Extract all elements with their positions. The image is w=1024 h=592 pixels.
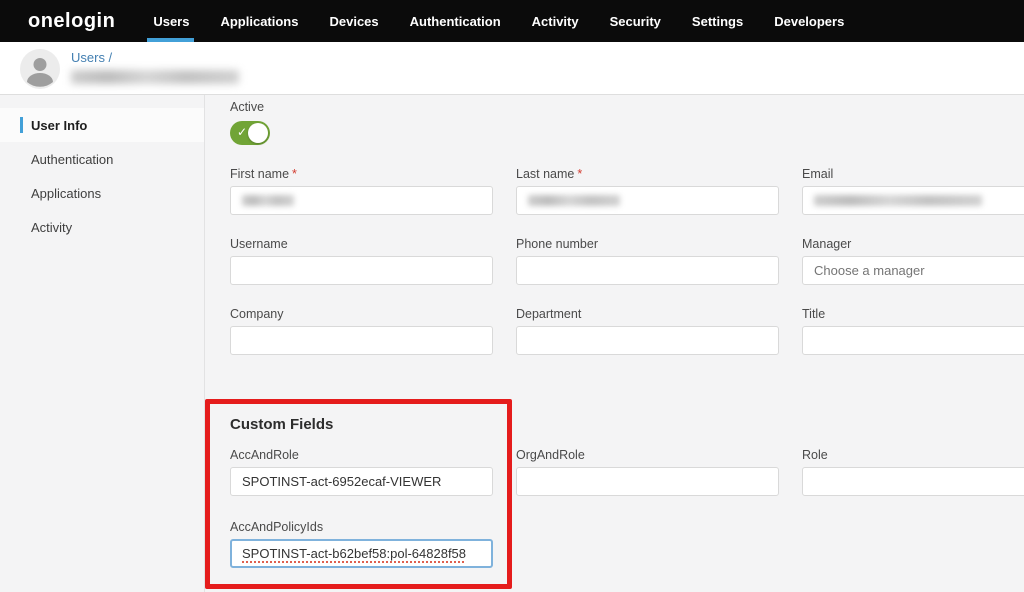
nav-item-label: Applications [220, 14, 298, 29]
redacted-text-block [814, 195, 982, 206]
acc-and-policy-ids-input[interactable]: SPOTINST-act-b62bef58:pol-64828f58 [230, 539, 493, 568]
required-marker: * [577, 167, 582, 181]
sidebar-item-label: User Info [31, 118, 87, 133]
department-label: Department [516, 307, 779, 321]
acc-and-role-input[interactable] [230, 467, 493, 496]
org-and-role-label: OrgAndRole [516, 448, 779, 462]
sidebar-item-applications[interactable]: Applications [0, 176, 204, 210]
field-manager: Manager [802, 237, 1024, 285]
toggle-knob [248, 123, 268, 143]
field-first-name: First name* [230, 167, 493, 215]
content-shell: User Info Authentication Applications Ac… [0, 95, 1024, 592]
required-marker: * [292, 167, 297, 181]
field-acc-and-role: AccAndRole [230, 448, 493, 496]
onelogin-logo: onelogin [28, 10, 115, 33]
field-company: Company [230, 307, 493, 355]
role-label: Role [802, 448, 1024, 462]
breadcrumb[interactable]: Users / [71, 50, 112, 65]
nav-item-label: Security [610, 14, 661, 29]
nav-item-applications[interactable]: Applications [220, 0, 298, 42]
check-icon: ✓ [237, 125, 247, 139]
email-label: Email [802, 167, 1024, 181]
nav-item-label: Activity [532, 14, 579, 29]
nav-item-label: Settings [692, 14, 743, 29]
last-name-input[interactable] [516, 186, 779, 215]
nav-item-activity[interactable]: Activity [532, 0, 579, 42]
field-acc-and-policy-ids: AccAndPolicyIds SPOTINST-act-b62bef58:po… [230, 520, 493, 568]
sidebar-item-label: Activity [31, 220, 72, 235]
user-info-form: Active ✓ First name* Last name* Email U [205, 95, 1024, 592]
nav-item-devices[interactable]: Devices [329, 0, 378, 42]
redacted-text-block [528, 195, 620, 206]
username-input[interactable] [230, 256, 493, 285]
sidebar-item-label: Authentication [31, 152, 113, 167]
first-name-label: First name* [230, 167, 493, 181]
nav-item-authentication[interactable]: Authentication [410, 0, 501, 42]
company-input[interactable] [230, 326, 493, 355]
nav-item-label: Developers [774, 14, 844, 29]
nav-item-label: Authentication [410, 14, 501, 29]
role-input[interactable] [802, 467, 1024, 496]
nav-item-users[interactable]: Users [153, 0, 189, 42]
active-item-indicator [20, 117, 23, 133]
username-label: Username [230, 237, 493, 251]
email-input[interactable] [802, 186, 1024, 215]
field-org-and-role: OrgAndRole [516, 448, 779, 496]
last-name-label: Last name* [516, 167, 779, 181]
title-label: Title [802, 307, 1024, 321]
nav-item-settings[interactable]: Settings [692, 0, 743, 42]
user-avatar-icon [20, 49, 60, 89]
phone-input[interactable] [516, 256, 779, 285]
first-name-input[interactable] [230, 186, 493, 215]
sidebar-item-label: Applications [31, 186, 101, 201]
department-input[interactable] [516, 326, 779, 355]
redacted-text-block [71, 70, 239, 84]
manager-input[interactable] [802, 256, 1024, 285]
sidebar-item-authentication[interactable]: Authentication [0, 142, 204, 176]
acc-and-role-label: AccAndRole [230, 448, 493, 462]
active-toggle[interactable]: ✓ [230, 121, 270, 145]
sidebar-item-user-info[interactable]: User Info [0, 108, 204, 142]
field-last-name: Last name* [516, 167, 779, 215]
nav-item-label: Users [153, 14, 189, 29]
active-label: Active [230, 100, 1024, 114]
spellcheck-underlined-value: SPOTINST-act-b62bef58:pol-64828f58 [242, 546, 466, 561]
sidebar-item-activity[interactable]: Activity [0, 210, 204, 244]
nav-item-developers[interactable]: Developers [774, 0, 844, 42]
field-username: Username [230, 237, 493, 285]
field-phone: Phone number [516, 237, 779, 285]
user-name-redacted [71, 68, 239, 86]
nav-item-label: Devices [329, 14, 378, 29]
manager-label: Manager [802, 237, 1024, 251]
sidebar: User Info Authentication Applications Ac… [0, 95, 205, 592]
title-input[interactable] [802, 326, 1024, 355]
field-department: Department [516, 307, 779, 355]
field-email: Email [802, 167, 1024, 215]
custom-fields-heading: Custom Fields [230, 416, 1024, 433]
acc-and-policy-ids-label: AccAndPolicyIds [230, 520, 493, 534]
nav-item-security[interactable]: Security [610, 0, 661, 42]
top-nav: onelogin Users Applications Devices Auth… [0, 0, 1024, 42]
redacted-text-block [242, 195, 294, 206]
field-role: Role [802, 448, 1024, 496]
custom-fields-section: Custom Fields AccAndRole OrgAndRole Role [230, 399, 1024, 589]
field-title: Title [802, 307, 1024, 355]
org-and-role-input[interactable] [516, 467, 779, 496]
phone-label: Phone number [516, 237, 779, 251]
company-label: Company [230, 307, 493, 321]
page-header: Users / [0, 42, 1024, 95]
